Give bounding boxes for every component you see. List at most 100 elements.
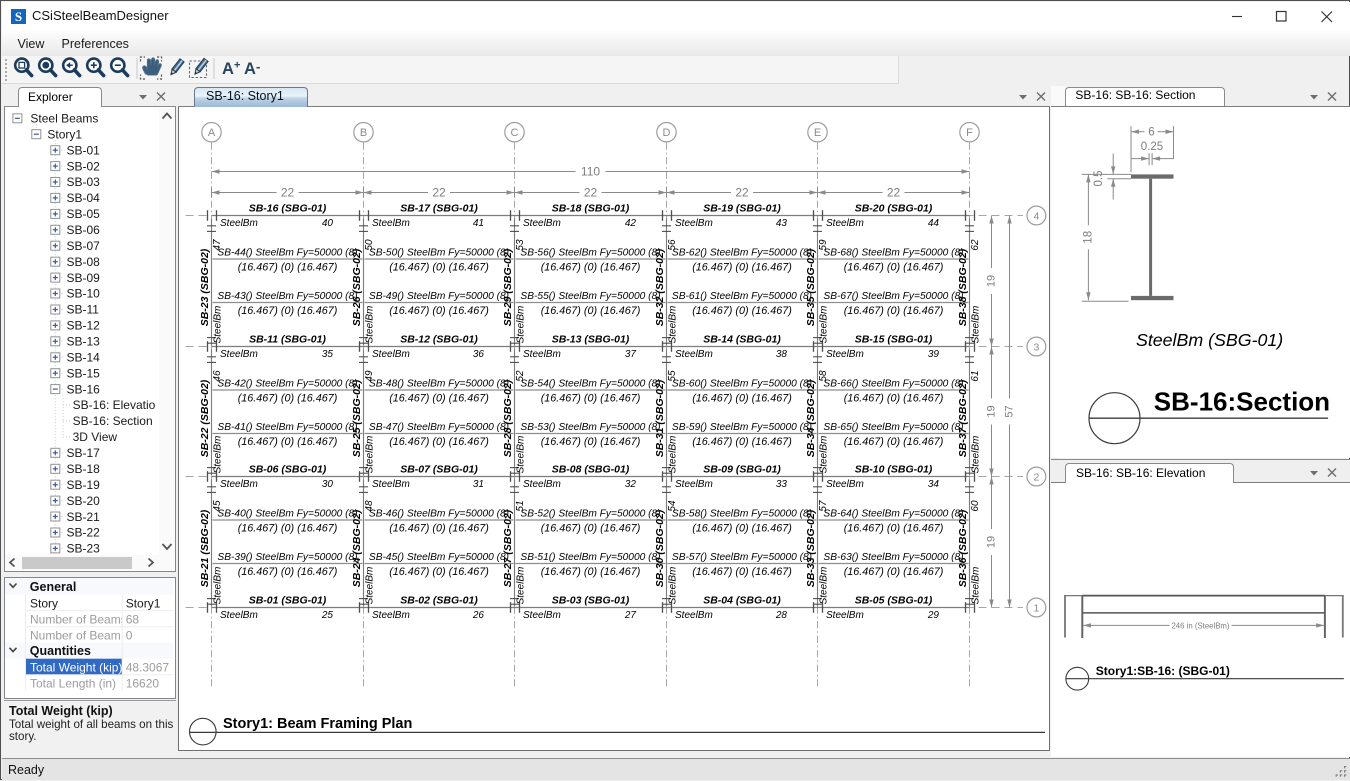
svg-text:31: 31 [473,479,484,490]
svg-text:C: C [511,127,519,139]
svg-text:6: 6 [1148,126,1154,138]
svg-text:SB-27 (SBG-02): SB-27 (SBG-02) [502,509,514,587]
svg-text:(16.467) (0) (16.467): (16.467) (0) (16.467) [389,305,489,317]
svg-text:Number of Beam Girders: Number of Beam Girders [30,628,163,642]
svg-text:SB-24 (SBG-02): SB-24 (SBG-02) [351,509,363,587]
svg-text:SteelBm: SteelBm [818,306,829,344]
svg-text:(16.467) (0) (16.467): (16.467) (0) (16.467) [844,523,944,535]
svg-text:SB-23: SB-23 [67,542,101,555]
svg-text:Number of Beams: Number of Beams [30,612,127,626]
svg-text:SteelBm: SteelBm [826,610,864,621]
svg-text:(16.467) (0) (16.467): (16.467) (0) (16.467) [541,566,641,578]
svg-text:SteelBm: SteelBm [667,306,678,344]
svg-text:SB-01 (SBG-01): SB-01 (SBG-01) [249,595,327,607]
svg-text:SteelBm: SteelBm [364,306,375,344]
svg-text:SB-12: SB-12 [67,319,101,333]
svg-text:SB-21 (SBG-02): SB-21 (SBG-02) [199,509,211,587]
svg-text:SB-57() SteelBm Fy=50000 (8): SB-57() SteelBm Fy=50000 (8) [672,552,812,563]
svg-text:SB-29 (SBG-02): SB-29 (SBG-02) [502,248,514,326]
svg-text:0: 0 [126,628,133,642]
svg-text:18: 18 [1082,230,1094,243]
svg-text:SteelBm: SteelBm [220,479,258,490]
svg-text:41: 41 [473,218,484,229]
svg-text:SB-61() SteelBm Fy=50000 (8): SB-61() SteelBm Fy=50000 (8) [672,291,812,302]
svg-text:Steel Beams: Steel Beams [30,112,98,126]
svg-text:SB-54() SteelBm Fy=50000 (8): SB-54() SteelBm Fy=50000 (8) [520,378,660,389]
svg-text:(16.467) (0) (16.467): (16.467) (0) (16.467) [692,523,792,535]
svg-text:SB-21: SB-21 [67,510,101,524]
svg-text:SteelBm: SteelBm [364,436,375,474]
svg-text:SteelBm: SteelBm [220,349,258,360]
svg-text:48.3067: 48.3067 [126,660,170,674]
svg-text:Story1: Story1 [47,127,82,141]
svg-text:46: 46 [212,370,223,382]
svg-text:SB-10 (SBG-01): SB-10 (SBG-01) [855,464,933,476]
svg-text:55: 55 [667,370,678,382]
svg-text:A: A [244,60,256,78]
svg-text:SB-45() SteelBm Fy=50000 (8): SB-45() SteelBm Fy=50000 (8) [369,552,509,563]
svg-text:(16.467) (0) (16.467): (16.467) (0) (16.467) [238,566,338,578]
svg-text:SB-42() SteelBm Fy=50000 (8): SB-42() SteelBm Fy=50000 (8) [217,378,357,389]
svg-text:35: 35 [322,349,334,360]
svg-text:57: 57 [818,500,829,512]
svg-text:(16.467) (0) (16.467): (16.467) (0) (16.467) [844,305,944,317]
svg-text:General: General [30,579,77,593]
svg-text:59: 59 [818,239,829,251]
svg-text:56: 56 [667,239,678,251]
svg-text:SteelBm: SteelBm [372,218,410,229]
svg-text:(16.467) (0) (16.467): (16.467) (0) (16.467) [238,305,338,317]
svg-text:Story1: Story1 [126,596,161,610]
svg-text:SteelBm: SteelBm [515,306,526,344]
svg-text:(16.467) (0) (16.467): (16.467) (0) (16.467) [844,436,944,448]
svg-text:54: 54 [667,500,678,512]
svg-text:SB-16:Section: SB-16:Section [1153,386,1329,416]
svg-text:SteelBm (SBG-01): SteelBm (SBG-01) [1135,330,1282,350]
svg-text:SteelBm: SteelBm [364,567,375,605]
svg-text:SB-66() SteelBm Fy=50000 (8): SB-66() SteelBm Fy=50000 (8) [823,378,963,389]
svg-text:SB-36 (SBG-02): SB-36 (SBG-02) [957,509,969,587]
svg-text:19: 19 [986,536,998,548]
svg-text:SB-65() SteelBm Fy=50000 (8): SB-65() SteelBm Fy=50000 (8) [823,422,963,433]
svg-text:SB-22 (SBG-02): SB-22 (SBG-02) [199,379,211,457]
svg-text:SB-51() SteelBm Fy=50000 (8): SB-51() SteelBm Fy=50000 (8) [520,552,660,563]
svg-text:60: 60 [970,500,981,512]
svg-text:(16.467) (0) (16.467): (16.467) (0) (16.467) [541,305,641,317]
svg-text:SteelBm: SteelBm [515,436,526,474]
svg-text:SB-15 (SBG-01): SB-15 (SBG-01) [855,334,933,346]
svg-text:SB-05 (SBG-01): SB-05 (SBG-01) [855,595,933,607]
svg-text:SB-39() SteelBm Fy=50000 (8): SB-39() SteelBm Fy=50000 (8) [217,552,357,563]
svg-text:SB-22: SB-22 [67,526,101,540]
svg-text:SB-30 (SBG-02): SB-30 (SBG-02) [654,509,666,587]
svg-text:26: 26 [472,610,485,621]
svg-text:SB-08 (SBG-01): SB-08 (SBG-01) [552,464,630,476]
svg-text:45: 45 [212,500,223,512]
svg-text:SB-62() SteelBm Fy=50000 (8): SB-62() SteelBm Fy=50000 (8) [672,247,812,258]
svg-text:SB-47() SteelBm Fy=50000 (8): SB-47() SteelBm Fy=50000 (8) [369,422,509,433]
svg-text:SB-03: SB-03 [67,175,101,189]
svg-text:(16.467) (0) (16.467): (16.467) (0) (16.467) [541,393,641,405]
svg-text:SB-09 (SBG-01): SB-09 (SBG-01) [703,464,781,476]
svg-text:SB-16: SB-16 [67,382,101,396]
svg-text:(16.467) (0) (16.467): (16.467) (0) (16.467) [238,523,338,535]
svg-text:SteelBm: SteelBm [675,218,713,229]
svg-text:Story1:SB-16: (SBG-01): Story1:SB-16: (SBG-01) [1095,664,1229,678]
svg-text:1: 1 [1033,602,1039,614]
svg-text:SB-32 (SBG-02): SB-32 (SBG-02) [654,248,666,326]
svg-text:SB-11 (SBG-01): SB-11 (SBG-01) [249,334,326,346]
svg-text:SteelBm: SteelBm [675,349,713,360]
svg-text:SB-08: SB-08 [67,255,101,269]
svg-text:SteelBm: SteelBm [212,436,223,474]
svg-text:19: 19 [986,405,998,417]
svg-text:B: B [360,127,367,139]
svg-text:A: A [222,60,234,78]
svg-text:3: 3 [1033,341,1039,353]
svg-text:50: 50 [364,239,375,251]
svg-text:2: 2 [1033,471,1039,483]
svg-text:22: 22 [887,186,901,200]
svg-text:57: 57 [1004,405,1016,417]
svg-text:4: 4 [1033,210,1039,222]
svg-text:SB-63() SteelBm Fy=50000 (8): SB-63() SteelBm Fy=50000 (8) [823,552,963,563]
svg-text:SteelBm: SteelBm [667,436,678,474]
svg-text:SB-58() SteelBm Fy=50000 (8): SB-58() SteelBm Fy=50000 (8) [672,508,812,519]
svg-text:(16.467) (0) (16.467): (16.467) (0) (16.467) [692,393,792,405]
